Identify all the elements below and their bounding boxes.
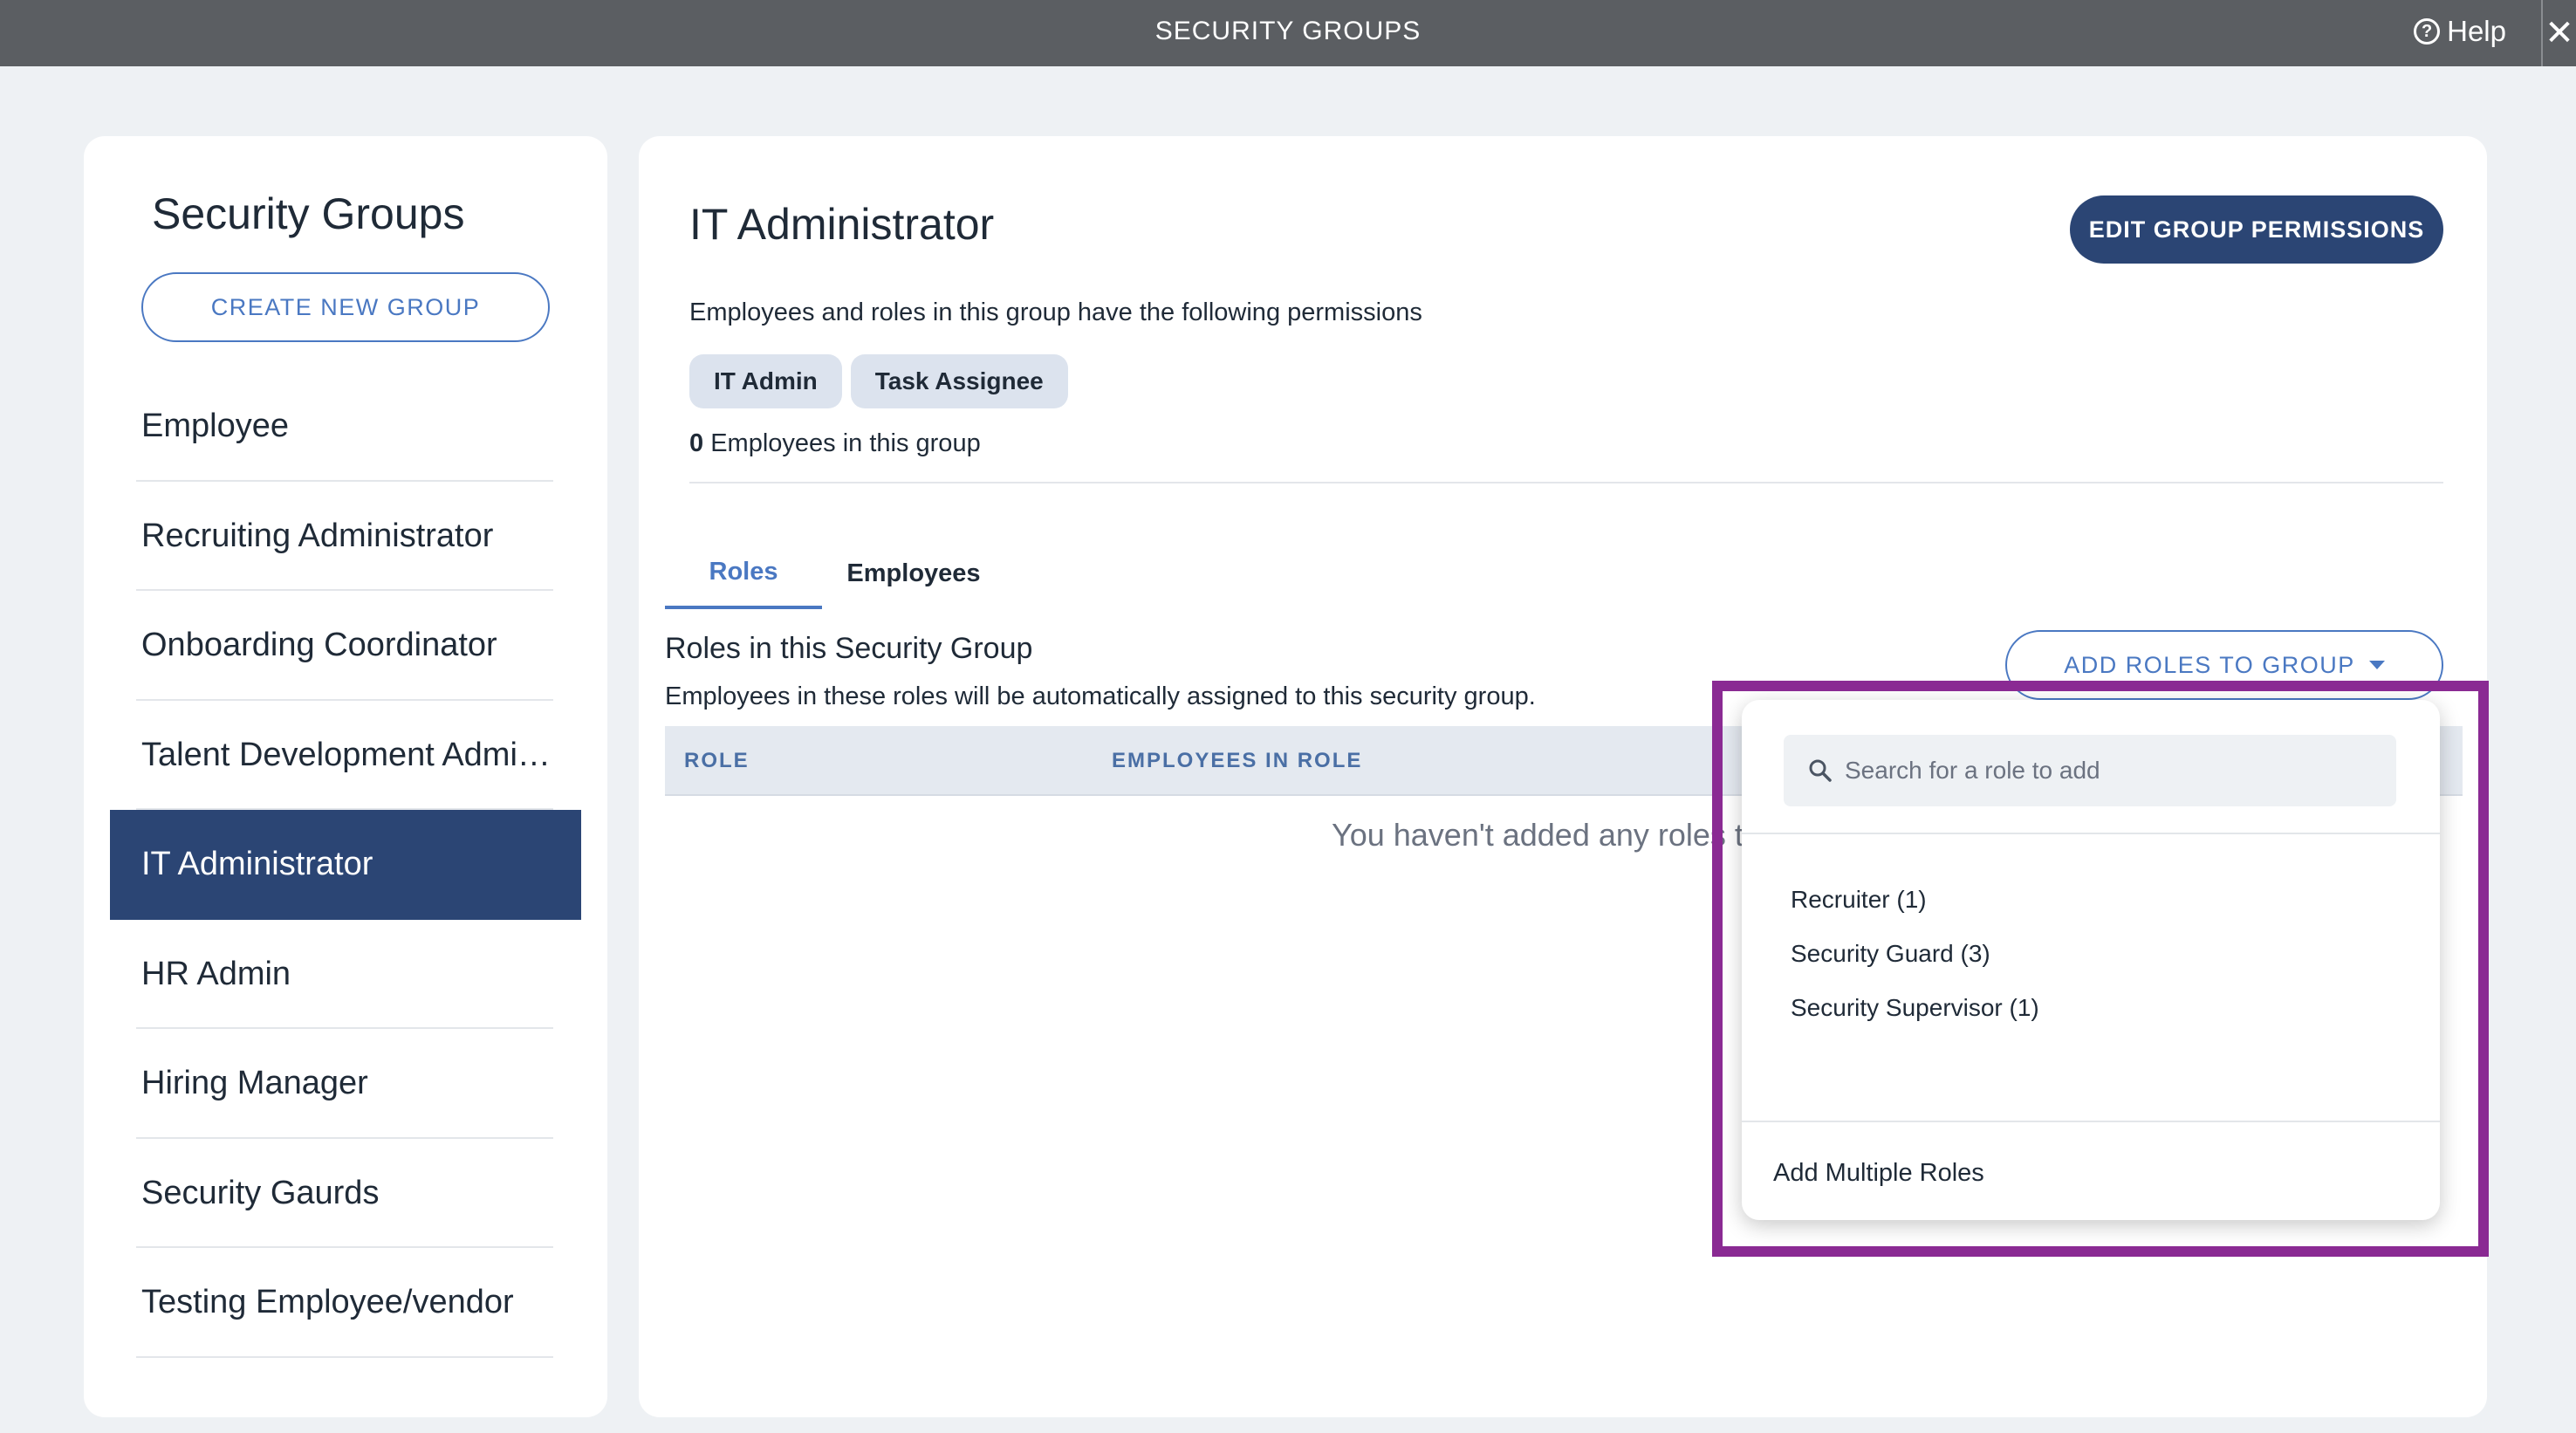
employee-count-number: 0 (689, 429, 704, 457)
role-option-security-guard[interactable]: Security Guard (3) (1791, 927, 2039, 981)
role-options-list: Recruiter (1) Security Guard (3) Securit… (1791, 873, 2039, 1035)
tab-roles[interactable]: Roles (665, 538, 822, 609)
roles-section-title: Roles in this Security Group (665, 632, 1033, 665)
group-item-label: Recruiting Administrator (141, 517, 494, 554)
group-item-it-administrator[interactable]: IT Administrator (110, 810, 581, 920)
column-header-employees-in-role[interactable]: EMPLOYEES IN ROLE (1112, 726, 1362, 796)
add-multiple-roles-link[interactable]: Add Multiple Roles (1773, 1138, 1984, 1208)
sidebar-title: Security Groups (152, 189, 465, 238)
page-title: SECURITY GROUPS (1154, 17, 1422, 45)
permission-chip: IT Admin (689, 354, 842, 408)
group-item-employee[interactable]: Employee (110, 372, 581, 482)
role-option-security-supervisor[interactable]: Security Supervisor (1) (1791, 981, 2039, 1035)
search-icon (1808, 758, 1833, 783)
help-label: Help (2447, 15, 2506, 47)
add-roles-dropdown: Recruiter (1) Security Guard (3) Securit… (1742, 700, 2440, 1220)
role-search-input[interactable] (1845, 757, 2386, 785)
role-option-recruiter[interactable]: Recruiter (1) (1791, 873, 2039, 927)
help-circle-icon: ? (2414, 18, 2441, 45)
group-item-talent-development-administrator[interactable]: Talent Development Administrator (110, 701, 581, 811)
caret-down-icon (2368, 661, 2385, 669)
top-bar: SECURITY GROUPS ? Help ✕ (0, 0, 2576, 66)
help-button[interactable]: ? Help (2414, 0, 2506, 63)
group-item-label: HR Admin (141, 955, 291, 992)
group-item-label: Employee (141, 408, 289, 445)
column-header-role[interactable]: ROLE (684, 726, 750, 796)
group-item-hiring-manager[interactable]: Hiring Manager (110, 1029, 581, 1139)
edit-group-permissions-button[interactable]: EDIT GROUP PERMISSIONS (2070, 195, 2443, 264)
group-item-label: Testing Employee/vendor (141, 1284, 514, 1321)
group-title: IT Administrator (689, 200, 995, 249)
group-item-security-gaurds[interactable]: Security Gaurds (110, 1139, 581, 1249)
permission-chip: Task Assignee (850, 354, 1068, 408)
create-new-group-button[interactable]: CREATE NEW GROUP (141, 272, 550, 342)
divider (689, 482, 2443, 483)
dropdown-divider (1742, 833, 2440, 834)
tab-employees[interactable]: Employees (822, 538, 1005, 609)
roles-section-subtitle: Employees in these roles will be automat… (665, 682, 1536, 710)
group-item-hr-admin[interactable]: HR Admin (110, 920, 581, 1030)
employee-count: 0 Employees in this group (689, 429, 981, 458)
close-button[interactable]: ✕ (2541, 0, 2576, 66)
add-roles-label: ADD ROLES TO GROUP (2064, 651, 2355, 678)
tabs: Roles Employees (665, 538, 1005, 609)
employee-count-label: Employees in this group (703, 429, 981, 457)
permission-chips: IT Admin Task Assignee (689, 354, 1068, 408)
group-item-label: Security Gaurds (141, 1174, 380, 1211)
group-item-label: Talent Development Administrator (141, 736, 552, 773)
add-roles-to-group-button[interactable]: ADD ROLES TO GROUP (2005, 630, 2443, 700)
security-groups-sidebar: Security Groups CREATE NEW GROUP Employe… (84, 136, 607, 1417)
group-item-testing-employee-vendor[interactable]: Testing Employee/vendor (110, 1248, 581, 1358)
close-icon: ✕ (2545, 14, 2574, 52)
group-list: Employee Recruiting Administrator Onboar… (110, 372, 581, 1358)
group-item-label: Onboarding Coordinator (141, 627, 497, 664)
dropdown-divider (1742, 1121, 2440, 1122)
group-item-label: Hiring Manager (141, 1065, 368, 1102)
group-item-recruiting-administrator[interactable]: Recruiting Administrator (110, 482, 581, 592)
group-item-label: IT Administrator (141, 846, 373, 883)
permissions-description: Employees and roles in this group have t… (689, 298, 1422, 326)
group-item-onboarding-coordinator[interactable]: Onboarding Coordinator (110, 591, 581, 701)
role-search-box[interactable] (1784, 735, 2396, 806)
